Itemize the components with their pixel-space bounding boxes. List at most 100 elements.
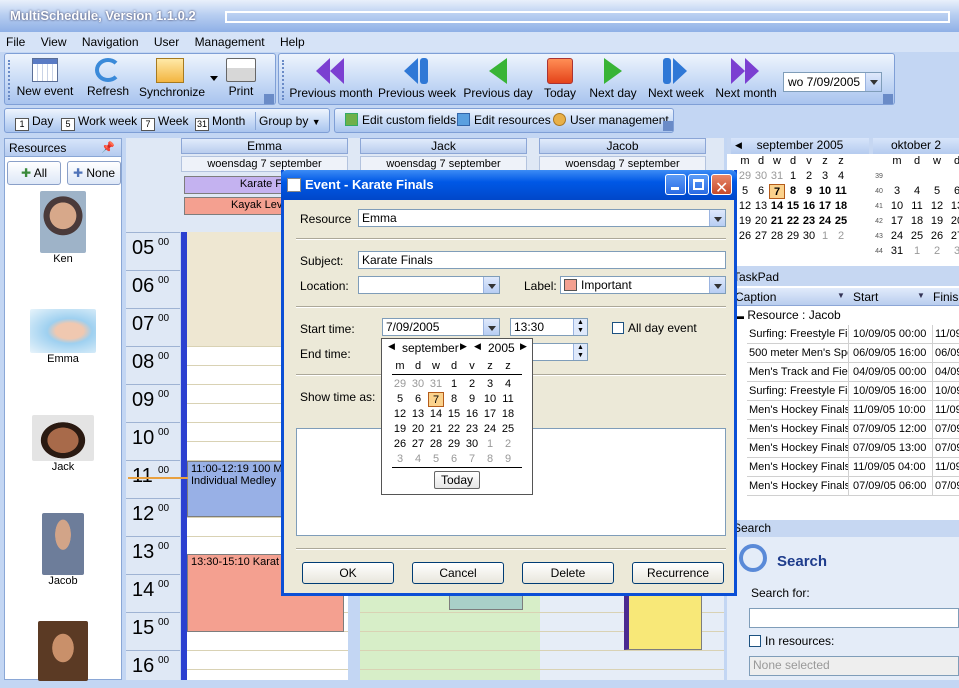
taskpad-row[interactable]: Men's Hockey Finals11/09/05 10:0011/09 — [747, 401, 959, 420]
calendar-day[interactable]: 16 — [801, 199, 817, 214]
menu-view[interactable]: View — [35, 32, 73, 51]
delete-button[interactable]: Delete — [522, 562, 614, 584]
calendar-day[interactable]: 7 — [428, 392, 444, 407]
finish-column-header[interactable]: Finish — [933, 290, 959, 304]
calendar-day[interactable]: 17 — [482, 407, 498, 422]
calendar-day[interactable]: 1 — [482, 437, 498, 452]
time-slot[interactable] — [540, 669, 724, 688]
user-management-button[interactable]: User management — [553, 113, 669, 127]
time-slot[interactable] — [187, 631, 348, 650]
calendar-day[interactable]: 29 — [785, 229, 801, 244]
calendar-day[interactable]: 2 — [801, 169, 817, 184]
pin-icon[interactable]: 📌 — [101, 141, 115, 154]
group-by-button[interactable]: Group by ▼ — [255, 112, 321, 130]
calendar-day[interactable]: 9 — [801, 184, 817, 199]
calendar-day[interactable]: 26 — [737, 229, 753, 244]
select-no-resources-button[interactable]: ✚ None — [67, 161, 121, 185]
time-slot[interactable] — [187, 650, 348, 669]
toolbar-overflow-icon[interactable] — [264, 94, 274, 104]
calendar-day[interactable]: 24 — [817, 214, 833, 229]
calendar-day[interactable]: 23 — [464, 422, 480, 437]
recurrence-button[interactable]: Recurrence — [632, 562, 724, 584]
time-slot[interactable] — [540, 650, 724, 669]
work-week-view-button[interactable]: 5 Work week — [61, 112, 137, 131]
toolbar-overflow-icon[interactable] — [883, 94, 893, 104]
chevron-down-icon[interactable]: ▼ — [917, 291, 925, 300]
calendar-day[interactable]: 3 — [949, 244, 959, 259]
taskpad-row[interactable]: Men's Hockey Finals07/09/05 13:0007/09 — [747, 439, 959, 458]
next-week-button[interactable]: Next week — [645, 58, 707, 100]
time-slot[interactable] — [360, 669, 540, 688]
calendar-day[interactable]: 14 — [428, 407, 444, 422]
calendar-day[interactable]: 2 — [500, 437, 516, 452]
calendar-day[interactable]: 27 — [949, 229, 959, 244]
print-button[interactable]: Print — [219, 58, 263, 98]
calendar-day[interactable]: 8 — [785, 184, 801, 199]
calendar-day[interactable]: 12 — [929, 199, 945, 214]
start-column-header[interactable]: Start — [853, 290, 878, 304]
calendar-day[interactable]: 11 — [833, 184, 849, 199]
calendar-day[interactable]: 10 — [817, 184, 833, 199]
calendar-day[interactable]: 22 — [785, 214, 801, 229]
calendar-day[interactable]: 27 — [410, 437, 426, 452]
maximize-button[interactable] — [688, 174, 709, 195]
resource-jacob[interactable]: Jacob — [5, 513, 121, 587]
calendar-day[interactable]: 28 — [428, 437, 444, 452]
calendar-day[interactable]: 25 — [909, 229, 925, 244]
calendar-day[interactable]: 31 — [769, 169, 785, 184]
chevron-down-icon[interactable] — [865, 73, 881, 91]
calendar-day[interactable]: 14 — [769, 199, 785, 214]
calendar-day[interactable]: 15 — [446, 407, 462, 422]
location-select[interactable] — [358, 276, 500, 294]
edit-resources-button[interactable]: Edit resources — [457, 113, 551, 127]
next-day-button[interactable]: Next day — [587, 58, 639, 100]
menu-management[interactable]: Management — [189, 32, 271, 51]
calendar-day[interactable]: 3 — [392, 452, 408, 467]
all-day-checkbox[interactable] — [612, 322, 624, 334]
calendar-day[interactable]: 6 — [410, 392, 426, 407]
minimize-button[interactable] — [665, 174, 686, 195]
in-resources-checkbox[interactable] — [749, 635, 761, 647]
calendar-day[interactable]: 24 — [482, 422, 498, 437]
event-jacob-block[interactable] — [624, 594, 702, 650]
day-view-button[interactable]: 1 Day — [15, 112, 53, 131]
spinner-arrows-icon[interactable]: ▲ ▼ — [573, 319, 587, 335]
calendar-day[interactable] — [889, 169, 905, 184]
calendar-day[interactable]: 26 — [929, 229, 945, 244]
calendar-day[interactable]: 5 — [392, 392, 408, 407]
calendar-day[interactable]: 25 — [500, 422, 516, 437]
column-header-jacob[interactable]: Jacob — [539, 138, 706, 154]
calendar-day[interactable]: 26 — [392, 437, 408, 452]
calendar-day[interactable]: 17 — [889, 214, 905, 229]
taskpad-row[interactable]: Surfing: Freestyle Fi10/09/05 16:0010/09 — [747, 382, 959, 401]
new-event-button[interactable]: New event — [15, 58, 75, 98]
calendar-day[interactable]: 5 — [428, 452, 444, 467]
calendar-day[interactable]: 1 — [817, 229, 833, 244]
calendar-day[interactable]: 5 — [929, 184, 945, 199]
taskpad-row[interactable]: Surfing: Freestyle Fi10/09/05 00:0011/09 — [747, 325, 959, 344]
time-slot[interactable] — [360, 612, 540, 631]
calendar-day[interactable]: 3 — [889, 184, 905, 199]
calendar-day[interactable]: 13 — [410, 407, 426, 422]
start-time-spinner[interactable]: 13:30 ▲ ▼ — [510, 318, 588, 336]
calendar-day[interactable] — [909, 169, 925, 184]
previous-day-button[interactable]: Previous day — [463, 58, 533, 100]
taskpad-row[interactable]: Men's Hockey Finals07/09/05 06:0007/09 — [747, 477, 959, 496]
calendar-day[interactable]: 1 — [909, 244, 925, 259]
caption-column-header[interactable]: Caption — [735, 290, 776, 304]
calendar-day[interactable]: 10 — [482, 392, 498, 407]
chevron-left-icon[interactable]: ◀ — [474, 341, 481, 352]
popup-today-button[interactable]: Today — [434, 471, 480, 489]
calendar-day[interactable]: 19 — [737, 214, 753, 229]
edit-custom-fields-button[interactable]: Edit custom fields — [345, 113, 456, 127]
synchronize-button[interactable]: Synchronize — [139, 58, 205, 99]
taskpad-row[interactable]: Men's Hockey Finals11/09/05 04:0011/09 — [747, 458, 959, 477]
print-dropdown-icon[interactable] — [210, 76, 218, 85]
calendar-day[interactable]: 30 — [753, 169, 769, 184]
calendar-day[interactable]: 18 — [833, 199, 849, 214]
chevron-left-icon[interactable]: ◀ — [735, 138, 742, 153]
calendar-day[interactable]: 5 — [737, 184, 753, 199]
month-view-button[interactable]: 31 Month — [195, 112, 245, 131]
calendar-day[interactable]: 6 — [446, 452, 462, 467]
calendar-day[interactable]: 21 — [769, 214, 785, 229]
